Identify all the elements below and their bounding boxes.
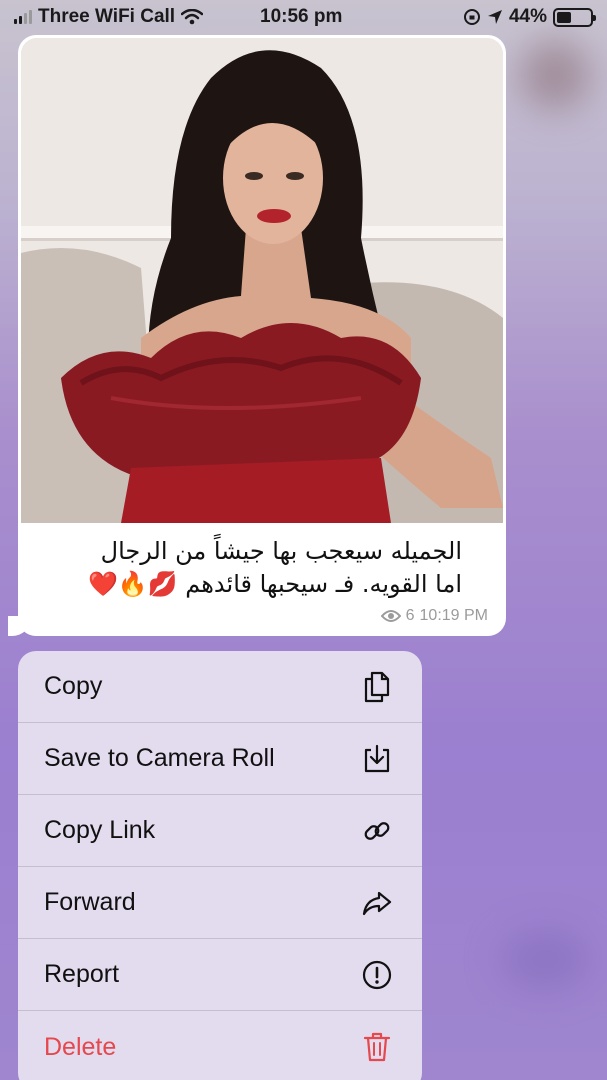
menu-item-save-to-camera-roll[interactable]: Save to Camera Roll [18,723,422,795]
context-menu: Copy Save to Camera Roll Copy Link Forwa… [18,651,422,1080]
caption-line: الجميله سيعجب بها جيشاً من الرجال [100,537,462,565]
menu-item-label: Delete [44,1032,117,1061]
menu-item-forward[interactable]: Forward [18,867,422,939]
message-caption: الجميله سيعجب بها جيشاً من الرجال اما ال… [42,535,462,601]
battery-percent: 44% [508,6,547,27]
forward-arrow-icon [360,886,394,920]
clock: 10:56 pm [260,6,343,27]
menu-item-label: Save to Camera Roll [44,744,275,772]
battery-icon [553,7,596,27]
message-meta: 6 10:19 PM [380,607,488,625]
view-count: 6 [405,607,415,624]
background-blur [500,930,590,990]
menu-item-label: Copy [44,672,103,700]
menu-item-delete[interactable]: Delete [18,1011,422,1080]
menu-item-copy-link[interactable]: Copy Link [18,795,422,867]
eye-icon [380,610,401,622]
trash-icon [360,1030,394,1064]
copy-icon [360,670,394,704]
message-time: 10:19 PM [419,607,488,624]
photo-illustration [21,38,503,523]
menu-item-copy[interactable]: Copy [18,651,422,723]
background-blur [520,40,590,110]
message-bubble[interactable]: الجميله سيعجب بها جيشاً من الرجال اما ال… [18,35,506,636]
message-photo[interactable] [21,38,503,523]
cellular-signal-icon [14,10,32,24]
menu-item-label: Copy Link [44,816,156,844]
status-bar: Three WiFi Call 10:56 pm 44% [0,0,607,34]
location-arrow-icon [487,10,502,24]
exclamation-circle-icon [360,958,394,992]
menu-item-label: Forward [44,888,136,916]
carrier-label: Three WiFi Call [38,6,176,27]
orientation-lock-icon [463,9,480,25]
save-download-icon [360,742,394,776]
wifi-icon [181,9,204,25]
menu-item-report[interactable]: Report [18,939,422,1011]
caption-line: اما القويه. فـ سيحبها قائدهم 💋🔥❤️ [88,570,462,598]
link-icon [360,814,394,848]
menu-item-label: Report [44,960,120,988]
